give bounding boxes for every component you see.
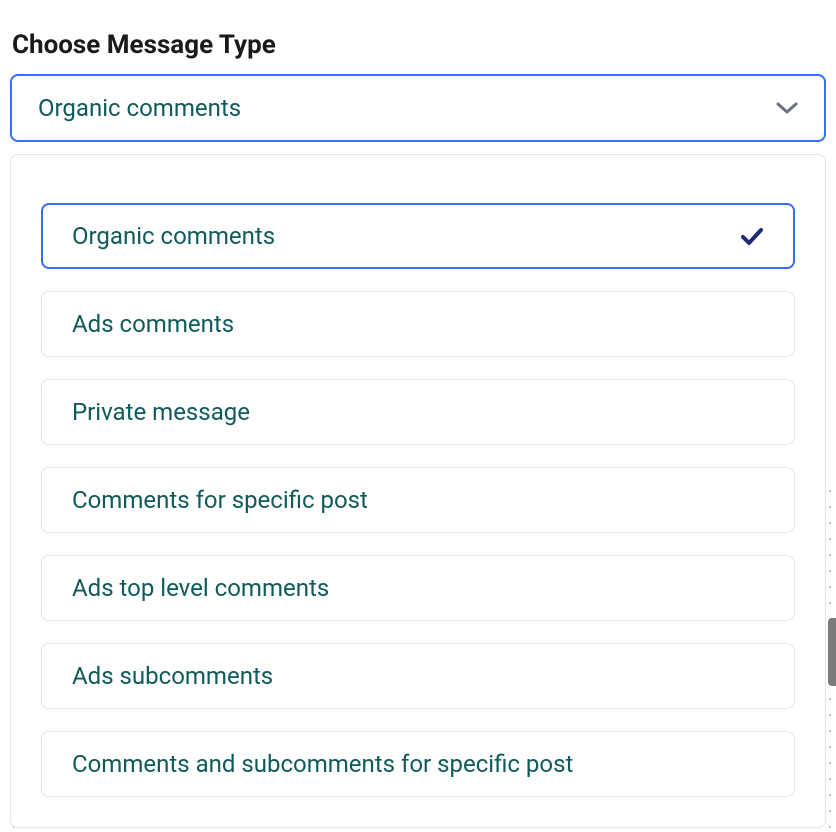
option-label: Ads top level comments xyxy=(72,574,329,602)
scrollbar-thumb[interactable] xyxy=(828,618,836,686)
option-item[interactable]: Ads comments xyxy=(41,291,795,357)
option-label: Ads comments xyxy=(72,310,234,338)
message-type-select[interactable]: Organic comments xyxy=(10,74,826,142)
option-item[interactable]: Organic comments xyxy=(41,203,795,269)
option-item[interactable]: Comments for specific post xyxy=(41,467,795,533)
message-type-dropdown: Organic comments Ads comments Private mess… xyxy=(10,154,826,828)
option-item[interactable]: Private message xyxy=(41,379,795,445)
field-label: Choose Message Type xyxy=(12,30,826,60)
option-label: Organic comments xyxy=(72,222,275,250)
option-label: Comments and subcomments for specific po… xyxy=(72,750,573,778)
chevron-down-icon xyxy=(776,101,798,115)
check-icon xyxy=(740,224,764,248)
option-item[interactable]: Comments and subcomments for specific po… xyxy=(41,731,795,797)
option-label: Ads subcomments xyxy=(72,662,273,690)
option-label: Private message xyxy=(72,398,250,426)
option-item[interactable]: Ads subcomments xyxy=(41,643,795,709)
option-item[interactable]: Ads top level comments xyxy=(41,555,795,621)
option-label: Comments for specific post xyxy=(72,486,368,514)
selected-value-text: Organic comments xyxy=(38,94,241,122)
